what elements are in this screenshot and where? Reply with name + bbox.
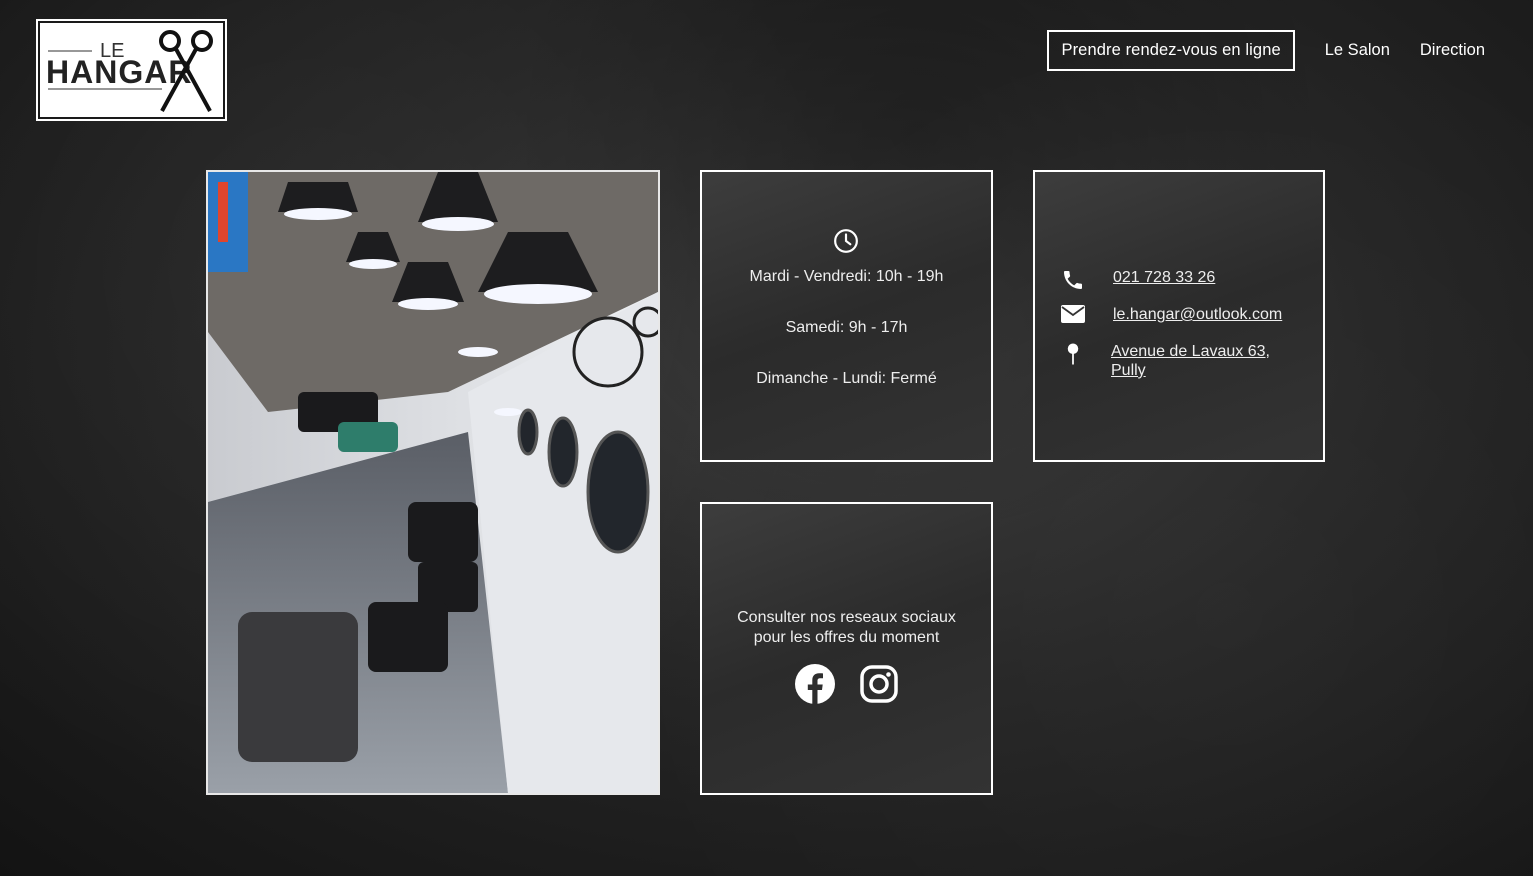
social-caption: Consulter nos reseaux sociaux pour les o… xyxy=(702,608,991,647)
nav-link-direction[interactable]: Direction xyxy=(1420,41,1485,60)
opening-hours-card: Mardi - Vendredi: 10h - 19h Samedi: 9h -… xyxy=(700,170,993,462)
facebook-icon[interactable] xyxy=(794,664,835,704)
address-line-2: Pully xyxy=(1111,362,1146,379)
nav-link-salon[interactable]: Le Salon xyxy=(1325,41,1390,60)
address-line-1: Avenue de Lavaux 63, xyxy=(1111,343,1270,360)
contact-address-row: Avenue de Lavaux 63, Pully xyxy=(1059,342,1270,380)
logo-image: LE HANGAR xyxy=(46,30,213,112)
phone-link[interactable]: 021 728 33 26 xyxy=(1113,268,1215,287)
logo-main-text: HANGAR xyxy=(46,54,192,90)
instagram-icon[interactable] xyxy=(859,664,899,704)
social-caption-line-1: Consulter nos reseaux sociaux xyxy=(737,609,956,626)
contact-card: 021 728 33 26 le.hangar@outlook.com Aven… xyxy=(1033,170,1325,462)
main-nav: Prendre rendez-vous en ligne Le Salon Di… xyxy=(1047,29,1485,71)
email-link[interactable]: le.hangar@outlook.com xyxy=(1113,305,1282,324)
contact-email-row: le.hangar@outlook.com xyxy=(1059,305,1282,329)
address-link[interactable]: Avenue de Lavaux 63, Pully xyxy=(1111,342,1270,380)
social-card: Consulter nos reseaux sociaux pour les o… xyxy=(700,502,993,795)
phone-icon xyxy=(1059,268,1087,292)
hours-closed: Dimanche - Lundi: Fermé xyxy=(756,370,937,387)
social-icons xyxy=(702,664,991,704)
hours-weekday: Mardi - Vendredi: 10h - 19h xyxy=(749,268,944,285)
book-appointment-button[interactable]: Prendre rendez-vous en ligne xyxy=(1047,29,1295,71)
social-caption-line-2: pour les offres du moment xyxy=(753,628,940,646)
salon-photo xyxy=(206,170,660,795)
mail-icon xyxy=(1059,305,1087,329)
contact-phone-row: 021 728 33 26 xyxy=(1059,268,1215,292)
clock-icon xyxy=(834,229,858,253)
map-pin-icon xyxy=(1059,342,1087,366)
hours-saturday: Samedi: 9h - 17h xyxy=(785,319,908,336)
logo[interactable]: LE HANGAR xyxy=(36,19,227,121)
